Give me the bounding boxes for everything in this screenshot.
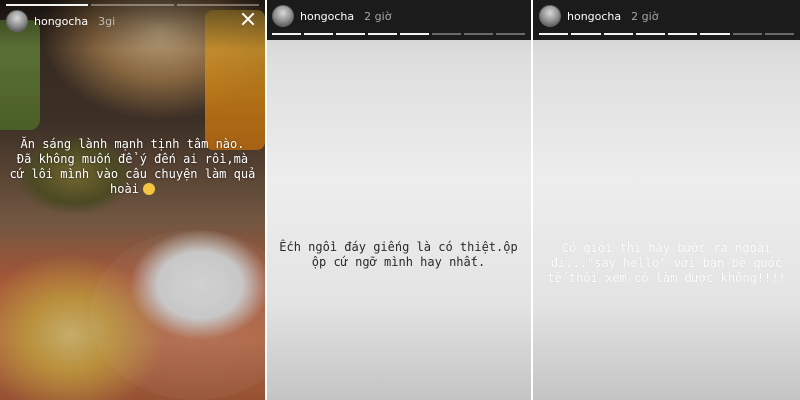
progress-segment [539,33,569,35]
avatar[interactable] [6,10,28,32]
story-caption: Có giỏi thì hãy bước ra ngoài đi..."say … [547,241,786,285]
story-panel-2[interactable]: hongocha 2 giờ Ếch ngồi đáy giếng là có … [266,0,531,400]
progress-segment [764,33,794,35]
progress-segment [603,33,633,35]
progress-segment [571,33,601,35]
story-time: 2 giờ [364,9,392,23]
story-header: hongocha 3gi [6,8,115,34]
progress-segment [732,33,762,35]
panel-divider [265,0,267,400]
progress-segment [272,33,301,35]
progress-segment [400,33,429,35]
username[interactable]: hongocha [34,15,88,28]
story-progress [539,33,794,35]
story-header: hongocha 2 giờ [539,3,658,29]
progress-segment [432,33,461,35]
close-icon[interactable] [241,12,255,26]
story-progress [272,33,525,35]
avatar[interactable] [272,5,294,27]
story-panel-1[interactable]: hongocha 3gi Ăn sáng lành mạnh tịnh tâm … [0,0,265,400]
progress-segment [368,33,397,35]
avatar[interactable] [539,5,561,27]
story-time: 2 giờ [631,9,659,23]
story-progress [6,4,259,6]
username[interactable]: hongocha [567,10,621,23]
progress-segment [176,4,259,6]
progress-segment [336,33,365,35]
progress-segment [304,33,333,35]
progress-segment [668,33,698,35]
panel-divider [531,0,533,400]
text-story-background [266,0,531,400]
story-panel-3[interactable]: hongocha 2 giờ Có giỏi thì hãy bước ra n… [533,0,800,400]
story-time: 3gi [98,14,116,28]
story-caption: Ếch ngồi đáy giếng là có thiệt.ộp ộp cứ … [279,240,518,269]
progress-segment [496,33,525,35]
progress-segment [464,33,493,35]
story-header: hongocha 2 giờ [272,3,391,29]
smirk-emoji-icon [142,183,155,195]
username[interactable]: hongocha [300,10,354,23]
progress-segment [635,33,665,35]
progress-segment [700,33,730,35]
progress-segment [6,4,89,6]
progress-segment [91,4,174,6]
story-viewer-collage: hongocha 3gi Ăn sáng lành mạnh tịnh tâm … [0,0,800,400]
story-caption: Ăn sáng lành mạnh tịnh tâm nào. Đã không… [9,137,256,196]
text-story-background [533,0,800,400]
